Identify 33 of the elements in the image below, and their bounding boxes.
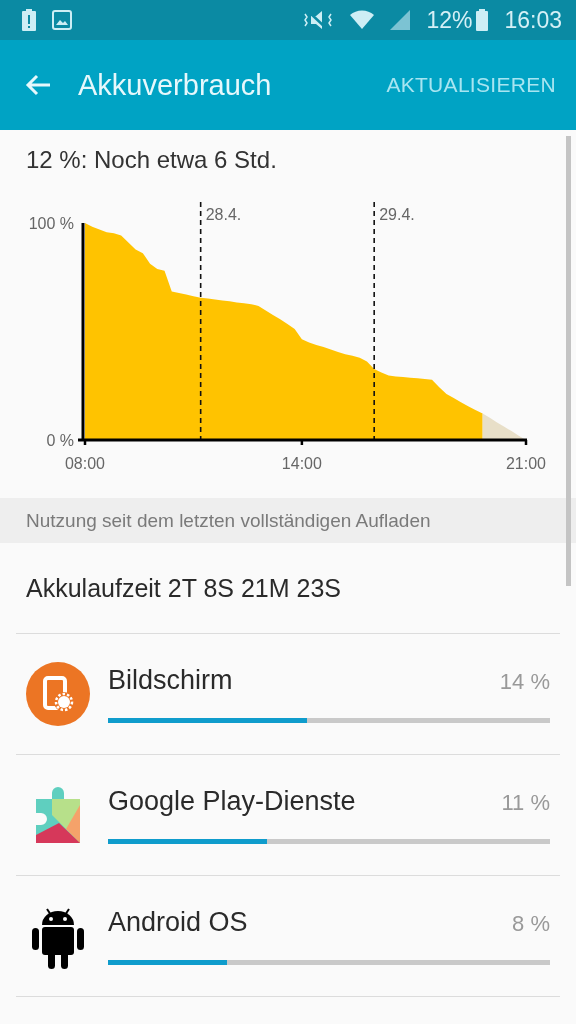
y-tick-label: 0 %: [46, 431, 74, 449]
app-name: Android OS: [108, 907, 248, 938]
section-header: Nutzung seit dem letzten vollständigen Aufladen: [0, 498, 576, 543]
app-usage-row[interactable]: Bildschirm 14 %: [16, 634, 560, 755]
usage-percent: 8 %: [512, 911, 550, 937]
date-label: 28.4.: [205, 206, 242, 223]
usage-percent: 11 %: [501, 790, 550, 816]
clock-time: 16:03: [504, 6, 562, 34]
vibrate-mute-icon: [302, 9, 335, 31]
forecast-area: [482, 413, 526, 440]
screen-title: Akkuverbrauch: [78, 68, 273, 102]
date-label: 29.4.: [379, 206, 415, 223]
puzzle-piece-icon: [33, 785, 83, 845]
back-arrow-icon: [24, 73, 52, 97]
battery-alert-icon: [22, 9, 36, 31]
app-usage-row[interactable]: Android OS 8 %: [16, 876, 560, 997]
x-tick-label: 21:00: [506, 455, 546, 472]
y-tick-label: 100 %: [28, 214, 74, 232]
wifi-icon: [350, 9, 375, 31]
app-name: Google Play-Dienste: [108, 786, 356, 817]
signal-icon: [390, 10, 411, 30]
x-tick-label: 14:00: [281, 455, 322, 472]
battery-estimate: 12 %: Noch etwa 6 Std.: [26, 146, 277, 173]
app-usage-row[interactable]: Google Play-Dienste 11 %: [16, 755, 560, 876]
battery-percent: 12%: [426, 6, 473, 34]
image-icon: [52, 10, 72, 30]
battery-icon: [476, 9, 489, 31]
x-tick-label: 08:00: [65, 455, 105, 472]
usage-percent: 14 %: [499, 669, 550, 695]
battery-runtime: Akkulaufzeit 2T 8S 21M 23S: [26, 573, 341, 603]
display-settings-icon: [26, 662, 90, 726]
app-name: Bildschirm: [108, 665, 233, 696]
back-button[interactable]: [24, 73, 52, 97]
